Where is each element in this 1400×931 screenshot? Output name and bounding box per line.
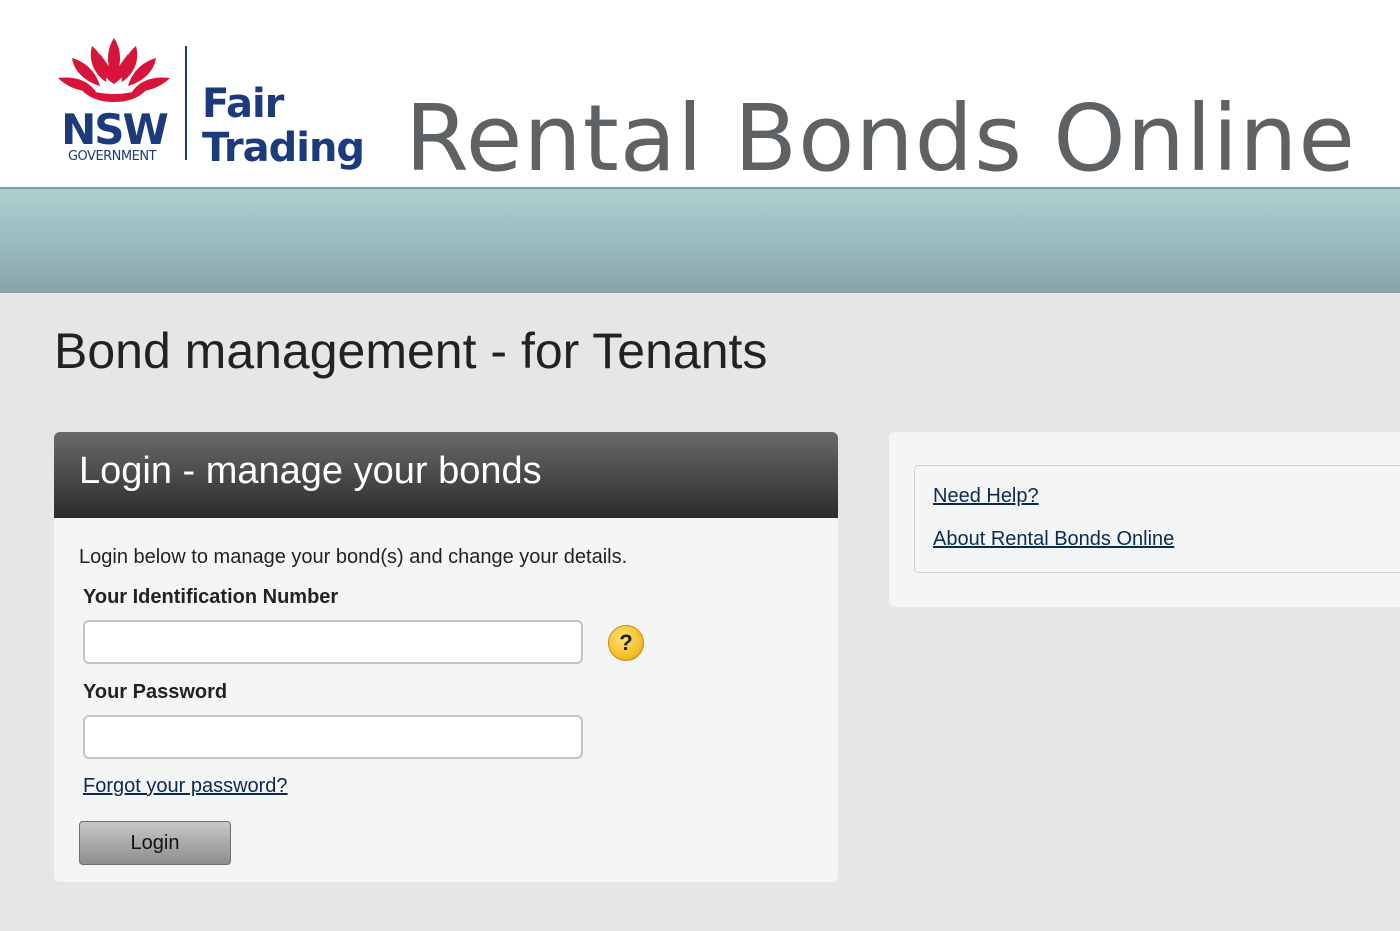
waratah-logo-icon: NSW GOVERNMENT	[58, 38, 171, 164]
header-banner	[0, 187, 1400, 293]
fair-trading-line1: Fair	[202, 81, 284, 127]
need-help-link[interactable]: Need Help?	[933, 485, 1039, 508]
password-input[interactable]	[83, 715, 583, 759]
logo-wordmark: NSW	[61, 105, 168, 154]
help-panel: Need Help? About Rental Bonds Online	[889, 432, 1400, 607]
login-button[interactable]: Login	[79, 821, 231, 865]
logo-divider	[185, 46, 187, 160]
identification-number-input[interactable]	[83, 620, 583, 664]
page-title: Bond management - for Tenants	[54, 323, 768, 379]
about-rental-bonds-link[interactable]: About Rental Bonds Online	[933, 528, 1174, 551]
fair-trading-wordmark: Fair Trading	[202, 81, 365, 171]
question-mark-icon[interactable]: ?	[608, 625, 644, 661]
help-links-box: Need Help? About Rental Bonds Online	[914, 465, 1400, 573]
login-intro-text: Login below to manage your bond(s) and c…	[79, 546, 628, 568]
fair-trading-line2: Trading	[202, 125, 365, 171]
identification-number-label: Your Identification Number	[83, 586, 339, 608]
login-panel-header: Login - manage your bonds	[54, 432, 838, 518]
site-header: NSW GOVERNMENT Fair Trading Rental Bonds…	[0, 0, 1400, 192]
logo-subtext: GOVERNMENT	[68, 149, 157, 164]
site-title: Rental Bonds Online	[405, 85, 1356, 192]
login-panel-title: Login - manage your bonds	[79, 450, 542, 492]
password-label: Your Password	[83, 681, 228, 703]
nsw-government-logo[interactable]: NSW GOVERNMENT	[54, 36, 174, 166]
forgot-password-link[interactable]: Forgot your password?	[83, 775, 288, 798]
login-panel: Login - manage your bonds Login below to…	[54, 432, 838, 882]
